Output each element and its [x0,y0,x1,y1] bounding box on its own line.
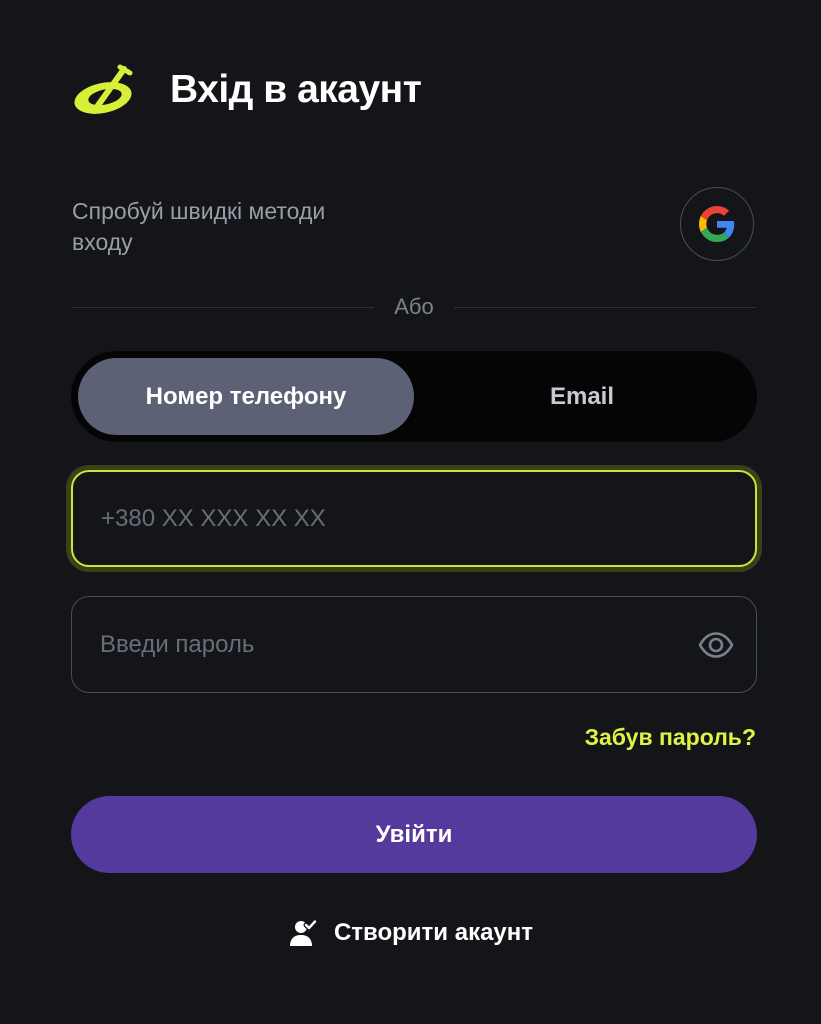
divider-line-right [453,306,757,308]
forgot-password-link[interactable]: Забув пароль? [585,724,756,751]
login-page: Вхід в акаунт Спробуй швидкі методи вход… [0,0,821,1024]
user-check-icon [288,918,318,948]
phone-input[interactable] [101,504,727,533]
create-account-link[interactable]: Створити акаунт [0,913,821,953]
or-divider: Або [72,292,757,322]
brand-logo-icon [74,64,133,114]
login-method-toggle: Номер телефону Email [71,351,757,442]
show-password-button[interactable] [696,625,736,665]
password-field-container [71,596,757,693]
eye-icon [698,631,734,658]
tab-phone[interactable]: Номер телефону [78,358,414,435]
divider-label: Або [394,294,434,319]
google-icon [699,206,735,242]
tab-email[interactable]: Email [414,358,750,435]
phone-field-container [71,470,757,567]
google-login-button[interactable] [680,187,754,261]
header: Вхід в акаунт [72,60,422,120]
password-input[interactable] [100,630,696,659]
login-button[interactable]: Увійти [71,796,757,873]
page-title: Вхід в акаунт [170,68,422,111]
quick-login-text: Спробуй швидкі методи входу [72,198,326,255]
create-account-label: Створити акаунт [333,919,534,946]
divider-line-left [72,306,375,308]
